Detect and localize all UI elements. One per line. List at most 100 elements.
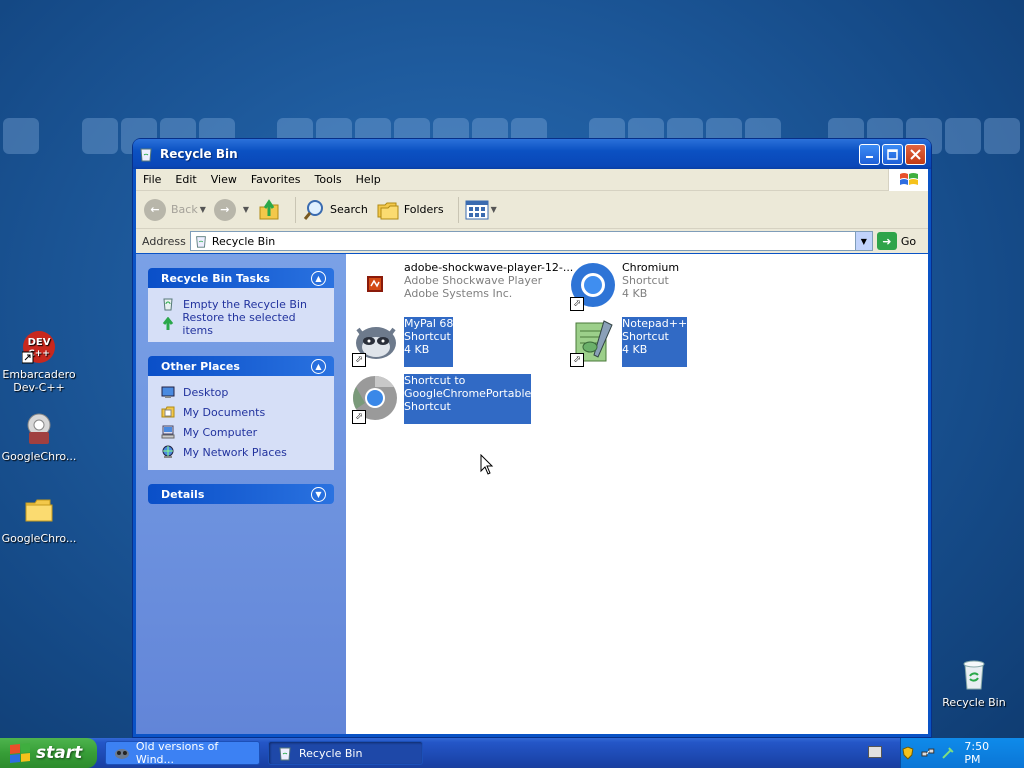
- views-icon: [465, 200, 489, 219]
- file-list-area: adobe-shockwave-player-12-... Adobe Shoc…: [346, 254, 928, 734]
- menu-view[interactable]: View: [204, 173, 244, 186]
- my-computer-icon: [160, 424, 176, 440]
- dev-cpp-icon: DEV C++: [21, 330, 56, 364]
- address-input[interactable]: Recycle Bin ▼: [189, 231, 873, 251]
- other-places-header[interactable]: Other Places ▲: [148, 356, 334, 376]
- place-my-network-places-link[interactable]: My Network Places: [160, 442, 324, 462]
- maximize-button[interactable]: [882, 143, 903, 165]
- start-button[interactable]: start: [0, 738, 97, 768]
- system-tray: 7:50 PM: [900, 738, 1024, 768]
- security-shield-icon[interactable]: [901, 746, 915, 760]
- go-button[interactable]: ➜ Go: [876, 232, 917, 250]
- minimize-button[interactable]: [859, 143, 880, 165]
- desktop-icon-googlechrome-1[interactable]: GoogleChro...: [0, 412, 79, 463]
- restore-items-link[interactable]: Restore the selected items: [160, 311, 324, 337]
- file-item-notepadpp[interactable]: ⬀ Notepad++ Shortcut 4 KB: [568, 317, 688, 367]
- menu-tools[interactable]: Tools: [308, 173, 349, 186]
- desktop-icon-devcpp[interactable]: DEV C++ Embarcadero Dev-C++: [0, 330, 79, 394]
- file-type: Shortcut: [622, 330, 669, 343]
- my-documents-icon: [160, 404, 176, 420]
- menu-help[interactable]: Help: [349, 173, 388, 186]
- file-item-shockwave[interactable]: adobe-shockwave-player-12-... Adobe Shoc…: [350, 261, 573, 311]
- folders-button[interactable]: Folders: [376, 198, 444, 222]
- mouse-cursor-icon: [480, 454, 494, 475]
- place-label: Desktop: [183, 385, 229, 399]
- task-pane: Recycle Bin Tasks ▲ Empty the Recycle Bi…: [136, 254, 346, 734]
- forward-button[interactable]: → ▼: [213, 198, 249, 221]
- expand-chevron-icon[interactable]: ▼: [311, 486, 326, 502]
- taskbar-button-label: Old versions of Wind...: [135, 740, 219, 766]
- go-label: Go: [900, 234, 917, 248]
- menu-favorites[interactable]: Favorites: [244, 173, 308, 186]
- collapse-chevron-icon[interactable]: ▲: [311, 358, 326, 374]
- windows-logo-icon: [888, 169, 928, 191]
- file-size: 4 KB: [622, 287, 648, 300]
- desktop-icon-label: Recycle Bin: [942, 696, 1006, 709]
- recycle-bin-icon: [279, 747, 291, 761]
- menu-bar: File Edit View Favorites Tools Help: [136, 169, 928, 191]
- up-folder-icon: [259, 198, 279, 219]
- network-places-icon: [160, 444, 176, 460]
- address-dropdown-icon[interactable]: ▼: [854, 232, 872, 250]
- notepadpp-icon: ⬀: [568, 317, 618, 367]
- taskbar-button-old-versions[interactable]: Old versions of Wind...: [105, 740, 260, 766]
- file-type: Shortcut: [404, 330, 451, 343]
- folder-icon: [22, 494, 56, 528]
- back-dropdown-icon[interactable]: ▼: [200, 205, 206, 214]
- details-header[interactable]: Details ▼: [148, 484, 334, 504]
- menu-file[interactable]: File: [136, 173, 168, 186]
- recycle-bin-icon: [138, 146, 154, 162]
- network-icon[interactable]: [921, 746, 935, 760]
- chromium-icon: ⬀: [568, 261, 618, 311]
- shortcut-arrow-icon: ⬀: [570, 297, 584, 311]
- taskbar-button-recycle-bin[interactable]: Recycle Bin: [268, 741, 423, 765]
- file-name: adobe-shockwave-player-12-...: [404, 261, 574, 274]
- window-titlebar[interactable]: Recycle Bin: [133, 139, 931, 169]
- taskbar-button-label: Recycle Bin: [299, 746, 363, 760]
- place-my-documents-link[interactable]: My Documents: [160, 402, 324, 422]
- search-button[interactable]: Search: [302, 198, 368, 222]
- file-size: 4 KB: [622, 343, 648, 356]
- menu-edit[interactable]: Edit: [168, 173, 203, 186]
- recycle-bin-tasks-header[interactable]: Recycle Bin Tasks ▲: [148, 268, 334, 288]
- close-button[interactable]: [905, 143, 926, 165]
- place-my-computer-link[interactable]: My Computer: [160, 422, 324, 442]
- desktop-icon-recycle-bin[interactable]: Recycle Bin: [934, 658, 1014, 709]
- search-label: Search: [330, 203, 368, 216]
- task-label: Empty the Recycle Bin: [183, 297, 307, 311]
- file-size: 4 KB: [404, 343, 430, 356]
- window-body: Recycle Bin Tasks ▲ Empty the Recycle Bi…: [136, 254, 928, 734]
- clock[interactable]: 7:50 PM: [964, 740, 1008, 766]
- recycle-bin-icon: [957, 658, 991, 692]
- file-name: Chromium: [622, 261, 680, 274]
- desktop-icon: [160, 384, 176, 400]
- file-item-chromium[interactable]: ⬀ Chromium Shortcut 4 KB: [568, 261, 679, 311]
- usb-device-icon[interactable]: [941, 746, 955, 760]
- file-item-mypal[interactable]: ⬀ MyPal 68 Shortcut 4 KB: [350, 317, 454, 367]
- forward-dropdown-icon[interactable]: ▼: [243, 205, 249, 214]
- desktop-icon-googlechrome-2[interactable]: GoogleChro...: [0, 494, 79, 545]
- keyboard-layout-icon[interactable]: [868, 746, 882, 758]
- place-desktop-link[interactable]: Desktop: [160, 382, 324, 402]
- desktop-icon-label: Embarcadero Dev-C++: [2, 368, 76, 394]
- views-button[interactable]: ▼: [465, 199, 497, 221]
- panel-title: Recycle Bin Tasks: [161, 271, 270, 285]
- collapse-chevron-icon[interactable]: ▲: [311, 270, 326, 286]
- file-item-googlechromeportable[interactable]: ⬀ Shortcut to GoogleChromePortable Short…: [350, 374, 532, 424]
- place-label: My Computer: [183, 425, 258, 439]
- address-value: Recycle Bin: [211, 234, 276, 248]
- chrome-icon: ⬀: [350, 374, 400, 424]
- shockwave-icon: [350, 261, 400, 311]
- folders-icon: [377, 202, 399, 219]
- file-name-line2: GoogleChromePortable: [404, 387, 532, 400]
- address-bar: Address Recycle Bin ▼ ➜ Go: [136, 229, 928, 253]
- taskbar: start Old versions of Wind... Recycle Bi…: [0, 738, 1024, 768]
- start-label: start: [36, 743, 83, 763]
- toolbar-separator: [457, 196, 459, 223]
- toolbar: ← Back ▼ → ▼ Search Folders ▼: [136, 191, 928, 229]
- back-button[interactable]: ← Back ▼: [144, 198, 206, 221]
- details-panel: Details ▼: [148, 484, 334, 504]
- back-label: Back: [171, 203, 198, 216]
- file-name: Shortcut to: [404, 374, 466, 387]
- up-folder-button[interactable]: [257, 198, 281, 222]
